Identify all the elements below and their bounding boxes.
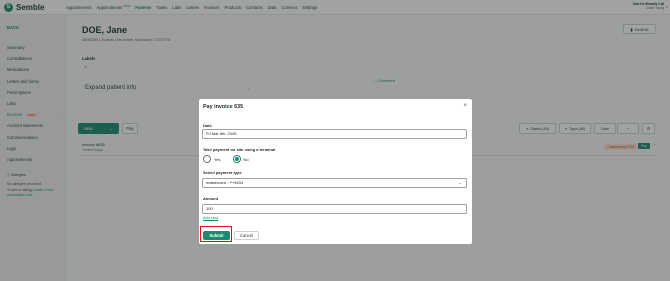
modal-title: Pay invoice 635 (203, 104, 244, 110)
add-card-link[interactable]: Add card (203, 216, 218, 220)
payment-type-value: mastercard - ***4634 (206, 180, 244, 185)
date-label: Date (203, 123, 212, 128)
radio-yes-label: Yes (214, 156, 221, 162)
radio-yes[interactable] (203, 155, 211, 163)
amount-label: Amount (203, 196, 219, 201)
pay-invoice-modal: Pay invoice 635 × Date Fri Mar 6th, 2026… (199, 99, 472, 244)
close-icon[interactable]: × (463, 103, 467, 109)
cancel-button[interactable]: Cancel (234, 231, 259, 240)
terminal-label: Take payment on site using a terminal (203, 147, 276, 152)
chevron-down-icon: ⌄ (458, 180, 462, 185)
radio-no-label: No (243, 156, 249, 162)
terminal-radio-group: Yes No (203, 155, 261, 163)
date-field[interactable]: Fri Mar 6th, 2026 (202, 129, 467, 139)
amount-field[interactable]: 100 (202, 204, 467, 214)
payment-type-select[interactable]: mastercard - ***4634 ⌄ (202, 178, 467, 188)
radio-no[interactable] (232, 155, 241, 163)
payment-type-label: Select payment type (203, 170, 242, 175)
submit-button[interactable]: Submit (203, 231, 230, 240)
